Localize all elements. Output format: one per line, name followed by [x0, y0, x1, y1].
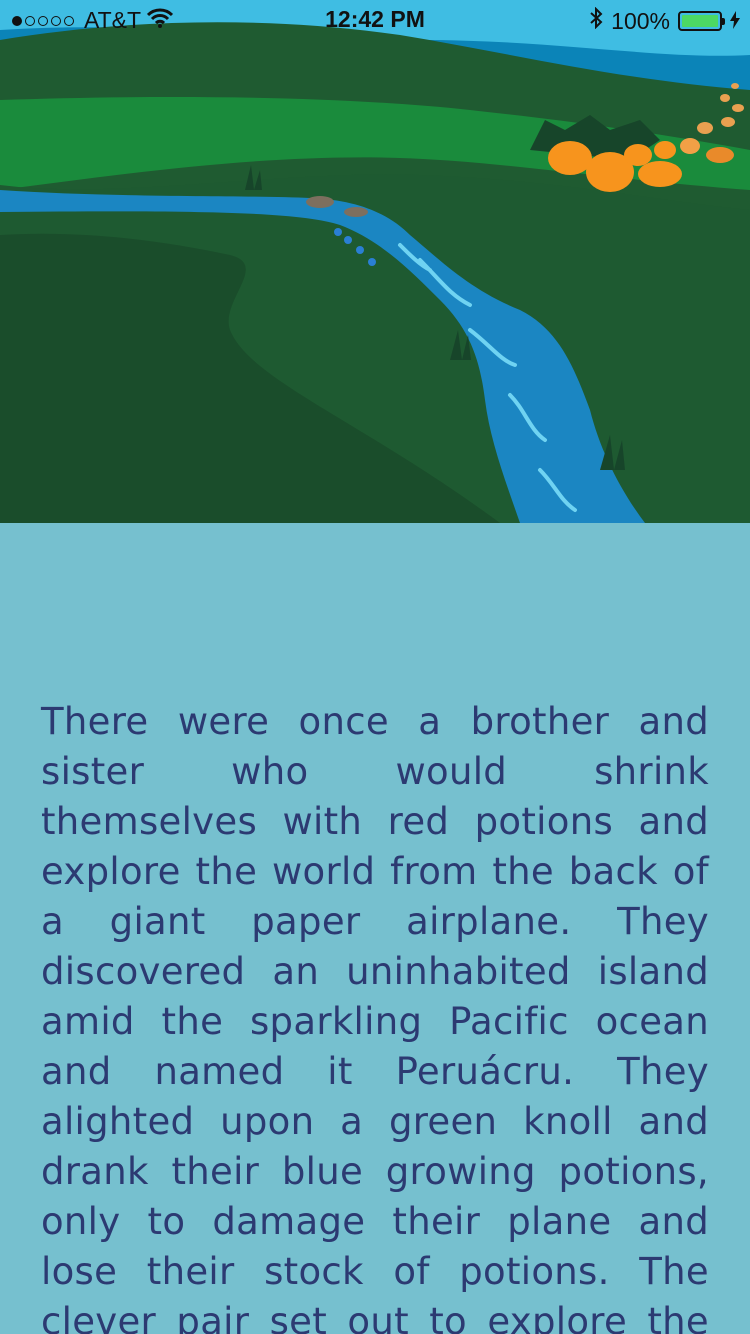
charging-bolt-icon	[730, 8, 740, 35]
battery-icon	[678, 11, 725, 31]
battery-percentage: 100%	[611, 7, 670, 34]
status-right: 100%	[589, 6, 740, 35]
landscape-illustration-icon	[0, 0, 750, 523]
status-bar: AT&T 12:42 PM 100%	[0, 0, 750, 40]
story-illustration	[0, 0, 750, 523]
story-text: There were once a brother and sister who…	[41, 700, 709, 1334]
bluetooth-icon	[589, 6, 603, 35]
story-screen: AT&T 12:42 PM 100% There were once a bro…	[0, 0, 750, 1334]
battery-fill	[682, 15, 718, 27]
